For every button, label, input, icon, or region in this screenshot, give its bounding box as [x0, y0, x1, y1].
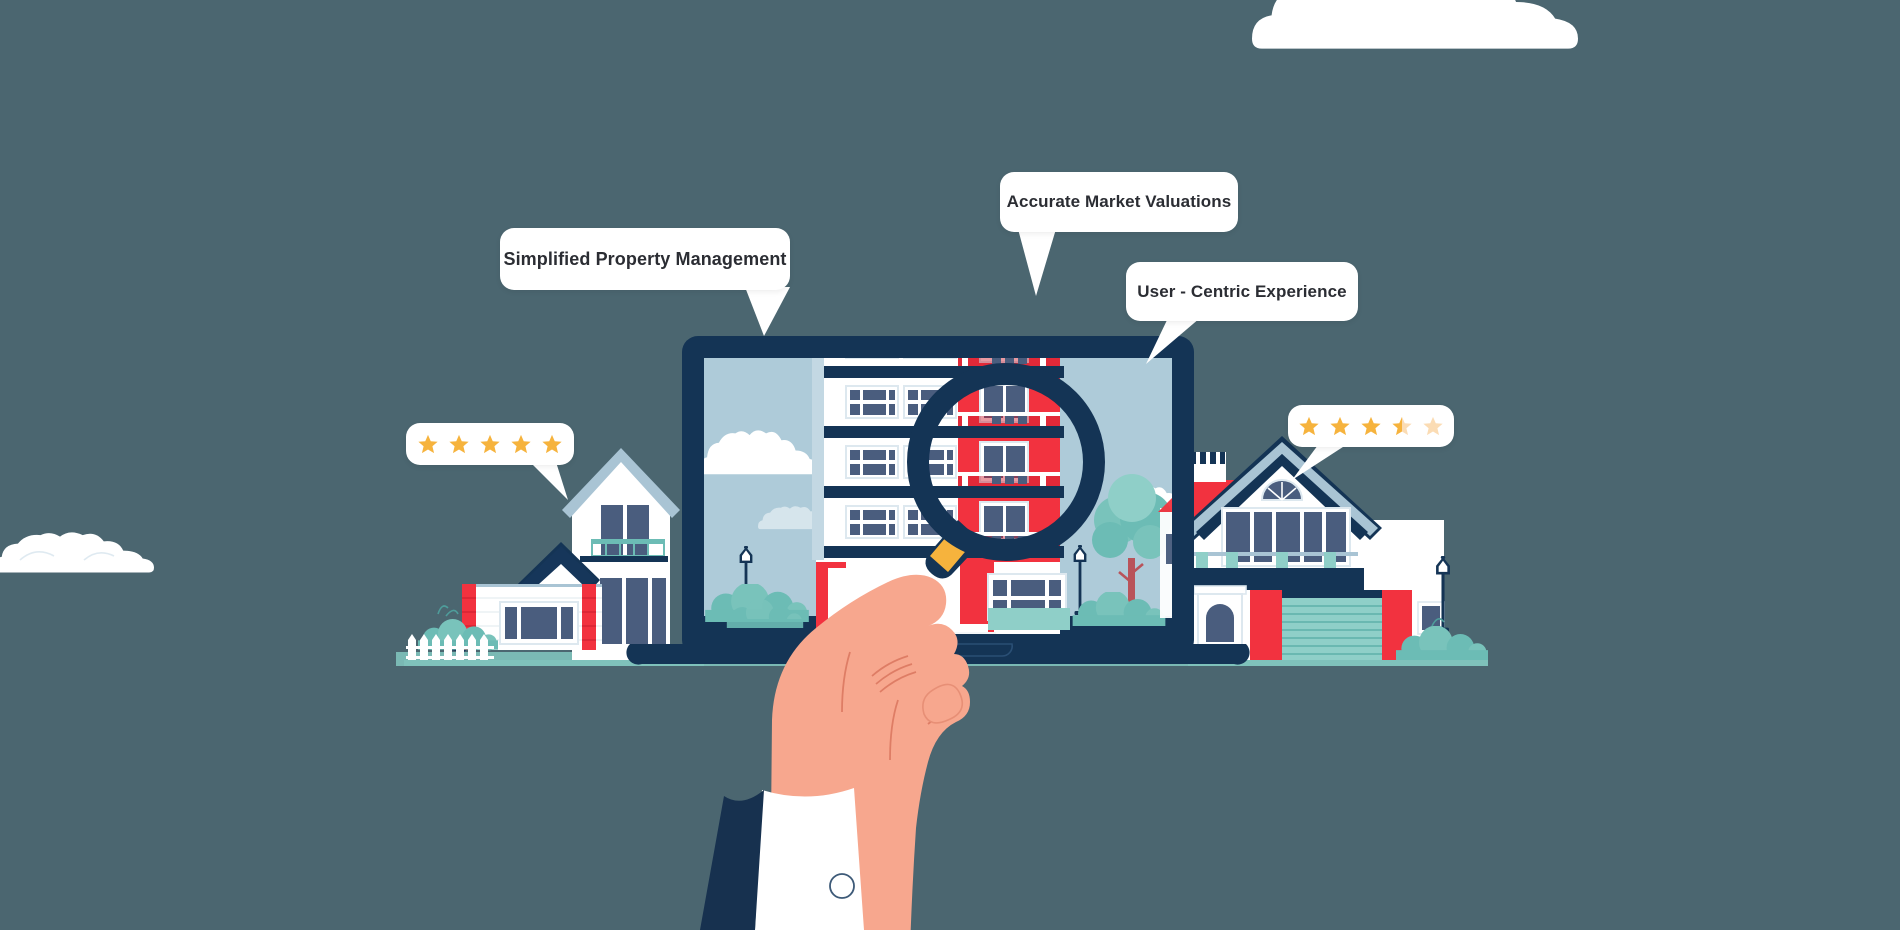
- callout-accurate-market-valuations[interactable]: Accurate Market Valuations: [1000, 172, 1238, 232]
- star-icon: [1299, 416, 1319, 436]
- star-icon: [1330, 416, 1350, 436]
- illustration-stage: Simplified Property Management Accurate …: [0, 0, 1900, 930]
- scene-artwork: [0, 0, 1900, 930]
- callout-label: User - Centric Experience: [1137, 281, 1347, 301]
- star-icon: [418, 434, 438, 454]
- shirt-cuff: [755, 788, 864, 930]
- rating-bubble-left[interactable]: [406, 423, 574, 465]
- star-icon: [1361, 416, 1381, 436]
- cloud-top-right: [1252, 0, 1578, 49]
- star-icon: [511, 434, 531, 454]
- callout-simplified-property-management[interactable]: Simplified Property Management: [500, 228, 790, 290]
- callout-label: Simplified Property Management: [503, 248, 787, 269]
- star-half-icon: [1392, 416, 1412, 436]
- star-empty-icon: [1423, 416, 1443, 436]
- star-icon: [480, 434, 500, 454]
- star-icon: [542, 434, 562, 454]
- callout-user-centric-experience[interactable]: User - Centric Experience: [1126, 262, 1358, 321]
- star-rating-right: [1298, 415, 1444, 437]
- star-rating-left: [417, 433, 563, 455]
- rating-bubble-right[interactable]: [1288, 405, 1454, 447]
- star-icon: [449, 434, 469, 454]
- callout-label: Accurate Market Valuations: [1006, 192, 1232, 211]
